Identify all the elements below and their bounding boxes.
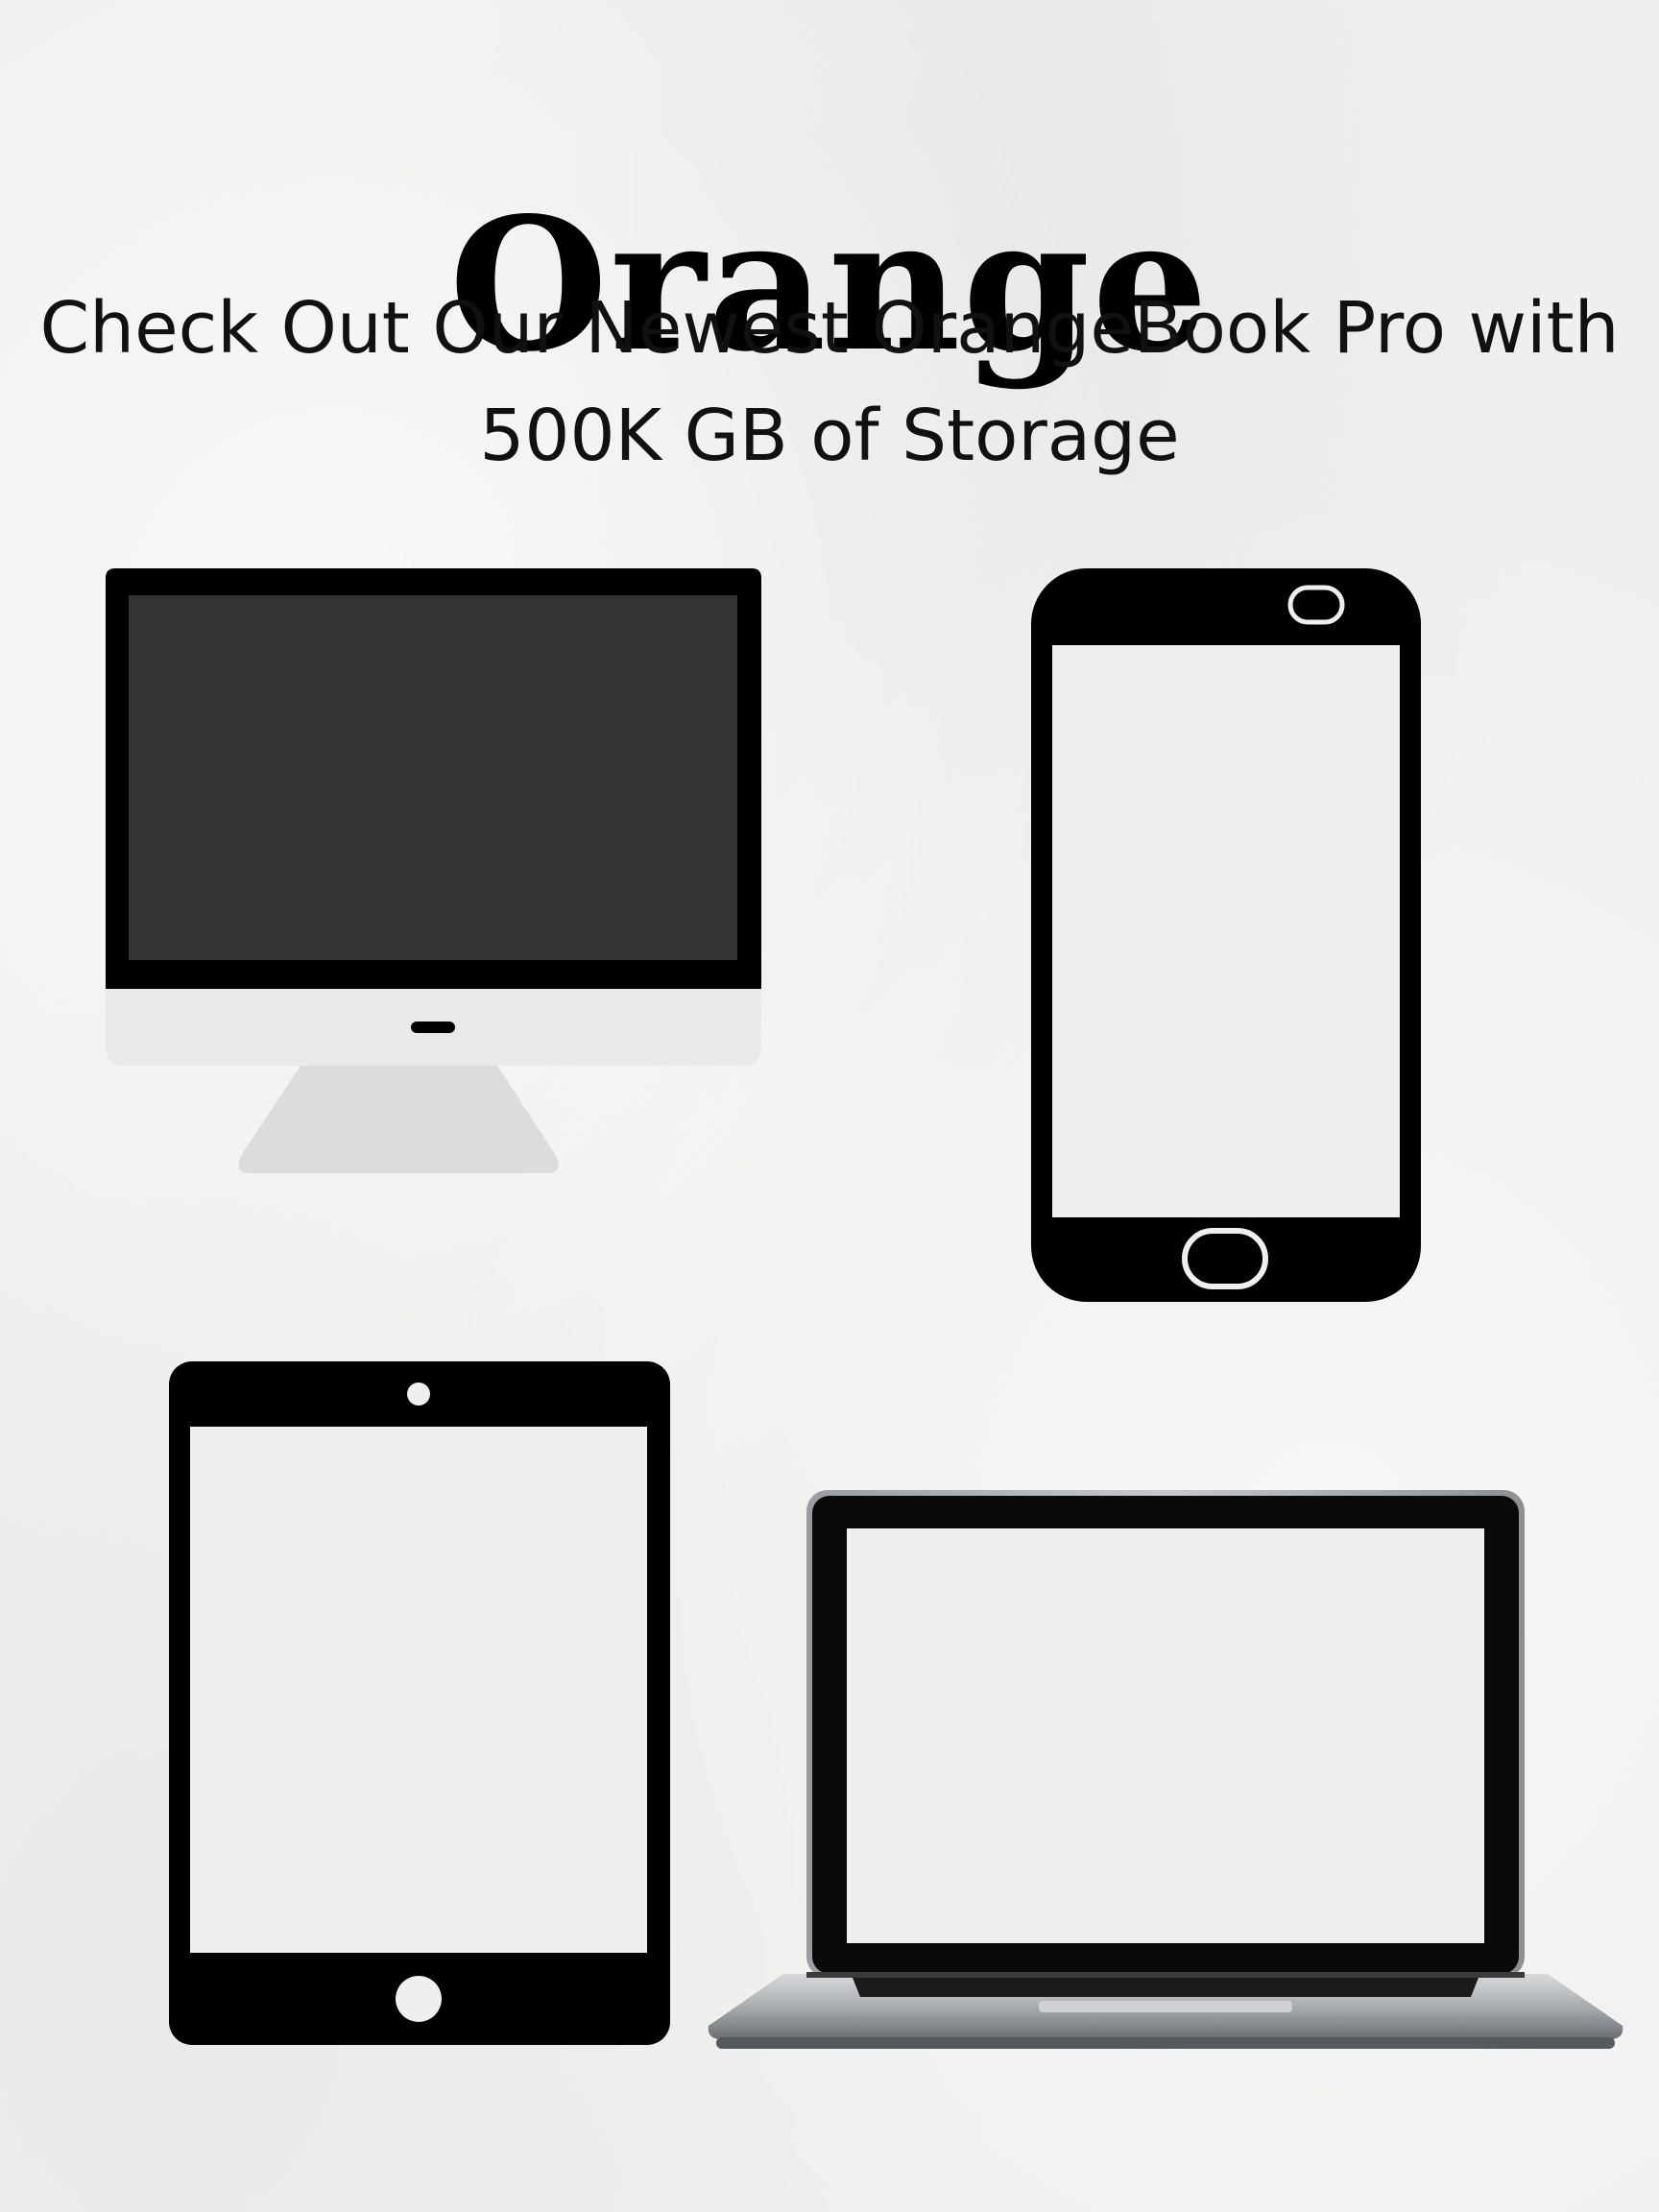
tablet-icon: [169, 1361, 670, 2045]
smartphone-icon: [1031, 568, 1421, 1302]
laptop-icon: [708, 1490, 1623, 2049]
desktop-monitor-icon: [106, 568, 761, 1173]
tagline: Check Out Our Newest OrangeBook Pro with…: [0, 275, 1659, 490]
tagline-line-1: Check Out Our Newest OrangeBook Pro with: [39, 287, 1620, 370]
tagline-line-2: 500K GB of Storage: [479, 395, 1180, 477]
